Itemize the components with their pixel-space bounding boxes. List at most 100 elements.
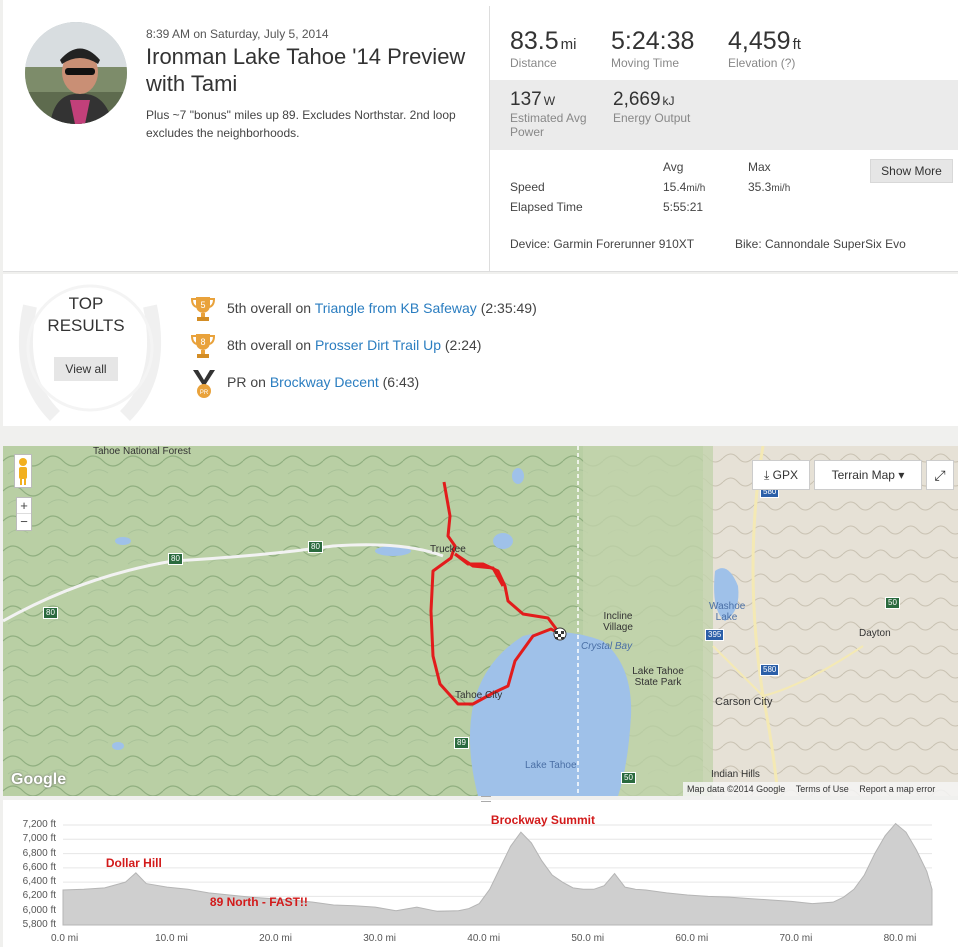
- map-label-state-park: Lake Tahoe State Park: [632, 666, 684, 688]
- elevation-help-link[interactable]: Elevation (?): [728, 56, 801, 70]
- y-tick-label: 5,800 ft: [22, 919, 56, 930]
- elevation-unit: ft: [792, 36, 801, 53]
- gpx-label: GPX: [772, 468, 798, 482]
- power-value: 137: [510, 89, 542, 110]
- highway-shield: 580: [760, 664, 780, 676]
- activity-datetime: 8:39 AM on Saturday, July 5, 2014: [146, 27, 329, 41]
- highway-shield: 50: [885, 597, 900, 609]
- result-on: on: [295, 300, 312, 316]
- result-rank: 8th overall: [227, 337, 292, 353]
- result-item: 8th overall on Prosser Dirt Trail Up (2:…: [227, 337, 481, 353]
- y-tick-label: 6,000 ft: [22, 904, 56, 916]
- route-map[interactable]: Tahoe National Forest Truckee Incline Vi…: [3, 446, 958, 796]
- result-rank: PR: [227, 374, 247, 390]
- energy-unit: kJ: [662, 94, 675, 108]
- y-tick-label: 6,600 ft: [22, 861, 56, 873]
- report-map-error-link[interactable]: Report a map error: [859, 784, 935, 794]
- map-footer: Map data ©2014 Google Terms of Use Repor…: [683, 782, 958, 796]
- max-header: Max: [748, 160, 771, 174]
- map-label-crystal-bay: Crystal Bay: [581, 641, 633, 652]
- speed-avg-value: 15.4: [663, 180, 687, 194]
- terms-of-use-link[interactable]: Terms of Use: [796, 784, 849, 794]
- elapsed-avg: 5:55:21: [663, 200, 704, 214]
- y-tick-label: 6,800 ft: [22, 847, 56, 859]
- activity-description: Plus ~7 "bonus" miles up 89. Excludes No…: [146, 108, 456, 140]
- result-time: (6:43): [382, 374, 420, 390]
- bike-info: Bike: Cannondale SuperSix Evo: [735, 237, 906, 251]
- elevation-annotation: Dollar Hill: [105, 856, 162, 871]
- map-label-carson-city: Carson City: [715, 696, 773, 708]
- map-label-dayton: Dayton: [859, 628, 891, 639]
- segment-link[interactable]: Triangle from KB Safeway: [315, 300, 477, 316]
- trophy-badge-text: 5: [200, 300, 205, 310]
- stat-moving-time: 5:24:38 Moving Time: [611, 27, 694, 70]
- activity-title: Ironman Lake Tahoe '14 Preview with Tami: [146, 44, 466, 96]
- x-tick-label: 30.0 mi: [363, 933, 396, 944]
- google-logo: Google: [11, 771, 67, 788]
- map-label-tahoe-city: Tahoe City: [455, 690, 503, 701]
- athlete-avatar[interactable]: [25, 22, 127, 124]
- highway-shield: 80: [43, 607, 58, 619]
- elevation-annotation: Brockway Summit: [490, 813, 595, 828]
- stat-power: 137 W Estimated Avg Power: [510, 89, 605, 139]
- avg-header: Avg: [663, 160, 684, 174]
- zoom-control: + −: [16, 497, 32, 531]
- map-label-truckee: Truckee: [430, 544, 466, 555]
- map-label-lake-tahoe: Lake Tahoe: [525, 760, 577, 771]
- stat-distance: 83.5 mi Distance: [510, 27, 577, 70]
- top-results-heading: TOP RESULTS: [20, 293, 152, 337]
- speed-max: 35.3mi/h: [748, 180, 790, 194]
- x-tick-label: 0.0 mi: [51, 933, 79, 944]
- result-item: 5th overall on Triangle from KB Safeway …: [227, 300, 537, 316]
- speed-max-value: 35.3: [748, 180, 772, 194]
- pr-medal-icon: PR: [193, 370, 215, 398]
- elevation-value: 4,459: [728, 27, 791, 55]
- result-on: on: [250, 374, 266, 390]
- distance-value: 83.5: [510, 27, 559, 55]
- x-tick-label: 70.0 mi: [779, 933, 813, 944]
- result-on: on: [295, 337, 312, 353]
- result-time: (2:35:49): [480, 300, 537, 316]
- caret-down-icon: ▾: [898, 468, 905, 482]
- map-label-indian-hills: Indian Hills: [711, 769, 760, 780]
- activity-header: 8:39 AM on Saturday, July 5, 2014 Ironma…: [3, 0, 958, 272]
- segment-link[interactable]: Prosser Dirt Trail Up: [315, 337, 441, 353]
- power-unit: W: [543, 94, 556, 108]
- highway-shield: 395: [705, 629, 725, 641]
- map-label-incline: Incline Village: [603, 611, 633, 633]
- device-info: Device: Garmin Forerunner 910XT: [510, 237, 695, 251]
- highway-shield: 80: [168, 553, 183, 565]
- map-label-tahoe-nf: Tahoe National Forest: [93, 446, 191, 457]
- street-view-pegman-icon[interactable]: [14, 454, 32, 488]
- fullscreen-icon[interactable]: ⤢: [926, 460, 954, 490]
- gpx-download-button[interactable]: ⤓ GPX: [752, 460, 810, 490]
- power-label: Estimated Avg Power: [510, 111, 587, 139]
- highway-shield: 80: [308, 541, 323, 553]
- trophy-badge-text: 8: [200, 337, 205, 347]
- energy-label: Energy Output: [613, 111, 691, 125]
- map-label-washoe: Washoe Lake: [709, 601, 746, 623]
- energy-value: 2,669: [613, 89, 661, 110]
- show-more-button[interactable]: Show More: [870, 159, 953, 183]
- x-tick-label: 10.0 mi: [155, 933, 188, 944]
- result-rank: 5th overall: [227, 300, 292, 316]
- segment-link[interactable]: Brockway Decent: [270, 374, 379, 390]
- elevation-annotation: 89 North - FAST!!: [209, 894, 308, 909]
- stat-energy: 2,669 kJ Energy Output: [613, 89, 690, 125]
- zoom-out-button[interactable]: −: [17, 514, 31, 530]
- result-time: (2:24): [444, 337, 482, 353]
- elevation-chart[interactable]: [0, 800, 958, 947]
- x-tick-label: 80.0 mi: [883, 933, 917, 944]
- moving-time-label: Moving Time: [611, 56, 680, 70]
- elevation-area[interactable]: [62, 822, 933, 926]
- y-tick-label: 6,200 ft: [22, 890, 56, 902]
- download-icon: ⤓: [764, 468, 770, 482]
- highway-shield: 50: [621, 772, 636, 784]
- zoom-in-button[interactable]: +: [17, 498, 31, 514]
- distance-label: Distance: [510, 56, 557, 70]
- terrain-map-canvas[interactable]: [3, 446, 958, 796]
- map-type-dropdown[interactable]: Terrain Map ▾: [814, 460, 922, 490]
- view-all-button[interactable]: View all: [54, 357, 118, 381]
- elapsed-label: Elapsed Time: [510, 200, 583, 214]
- trophy-icon: 5: [190, 297, 216, 321]
